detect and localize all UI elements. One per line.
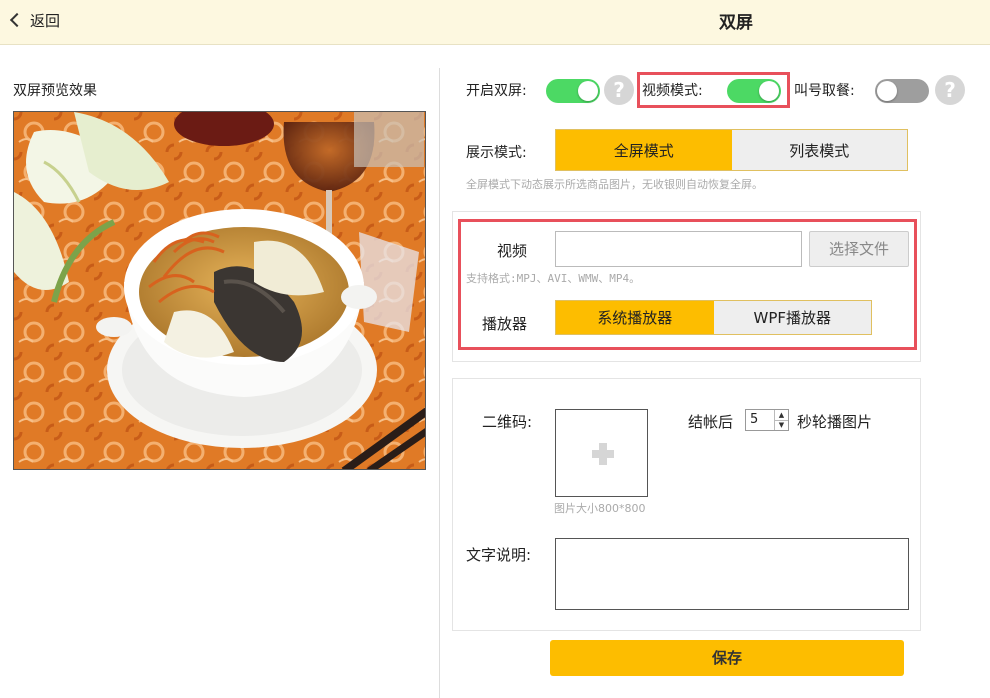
display-mode-hint: 全屏模式下动态展示所选商品图片，无收银则自动恢复全屏。 — [466, 178, 763, 191]
text-desc-label: 文字说明: — [466, 546, 532, 564]
preview-image — [13, 111, 426, 470]
call-number-toggle[interactable] — [875, 79, 929, 103]
top-bar: 返回 双屏 — [0, 0, 990, 45]
dual-screen-label: 开启双屏: — [466, 83, 527, 99]
preview-title: 双屏预览效果 — [13, 83, 97, 99]
back-label: 返回 — [30, 11, 61, 30]
player-label: 播放器 — [482, 315, 528, 333]
plus-icon — [599, 443, 607, 465]
dual-screen-toggle[interactable] — [546, 79, 600, 103]
call-number-label: 叫号取餐: — [794, 83, 855, 99]
stepper-up-icon[interactable]: ▲ — [775, 410, 788, 421]
display-mode-fullscreen[interactable]: 全屏模式 — [556, 130, 732, 170]
stepper-arrows: ▲ ▼ — [774, 410, 788, 430]
save-button[interactable]: 保存 — [550, 640, 904, 676]
chevron-left-icon — [9, 12, 25, 28]
toggle-knob — [578, 81, 598, 101]
qr-label: 二维码: — [482, 413, 533, 431]
seconds-stepper[interactable]: 5 ▲ ▼ — [745, 409, 789, 431]
after-checkout-label: 结帐后 — [688, 413, 734, 431]
video-label: 视频 — [497, 242, 528, 260]
toggle-knob — [877, 81, 897, 101]
qr-upload-box[interactable] — [555, 409, 648, 497]
player-system[interactable]: 系统播放器 — [556, 301, 714, 334]
choose-file-button[interactable]: 选择文件 — [809, 231, 909, 267]
vertical-divider — [439, 68, 440, 698]
display-mode-list[interactable]: 列表模式 — [731, 130, 907, 170]
back-button[interactable]: 返回 — [8, 8, 60, 32]
seconds-value[interactable]: 5 — [746, 410, 774, 430]
page-title: 双屏 — [719, 13, 753, 33]
display-mode-label: 展示模式: — [466, 145, 527, 161]
display-mode-selector: 全屏模式 列表模式 — [555, 129, 908, 171]
video-formats-hint: 支持格式:MPJ、AVI、WMW、MP4。 — [466, 272, 641, 285]
seconds-suffix: 秒轮播图片 — [797, 413, 873, 431]
player-wpf[interactable]: WPF播放器 — [713, 301, 871, 334]
help-icon[interactable]: ? — [604, 75, 634, 105]
video-mode-label: 视频模式: — [642, 83, 703, 99]
video-mode-toggle[interactable] — [727, 79, 781, 103]
text-desc-input[interactable] — [555, 538, 909, 610]
player-selector: 系统播放器 WPF播放器 — [555, 300, 872, 335]
video-file-input[interactable] — [555, 231, 802, 267]
toggle-knob — [759, 81, 779, 101]
help-icon[interactable]: ? — [935, 75, 965, 105]
stepper-down-icon[interactable]: ▼ — [775, 421, 788, 431]
qr-size-hint: 图片大小800*800 — [554, 502, 646, 515]
